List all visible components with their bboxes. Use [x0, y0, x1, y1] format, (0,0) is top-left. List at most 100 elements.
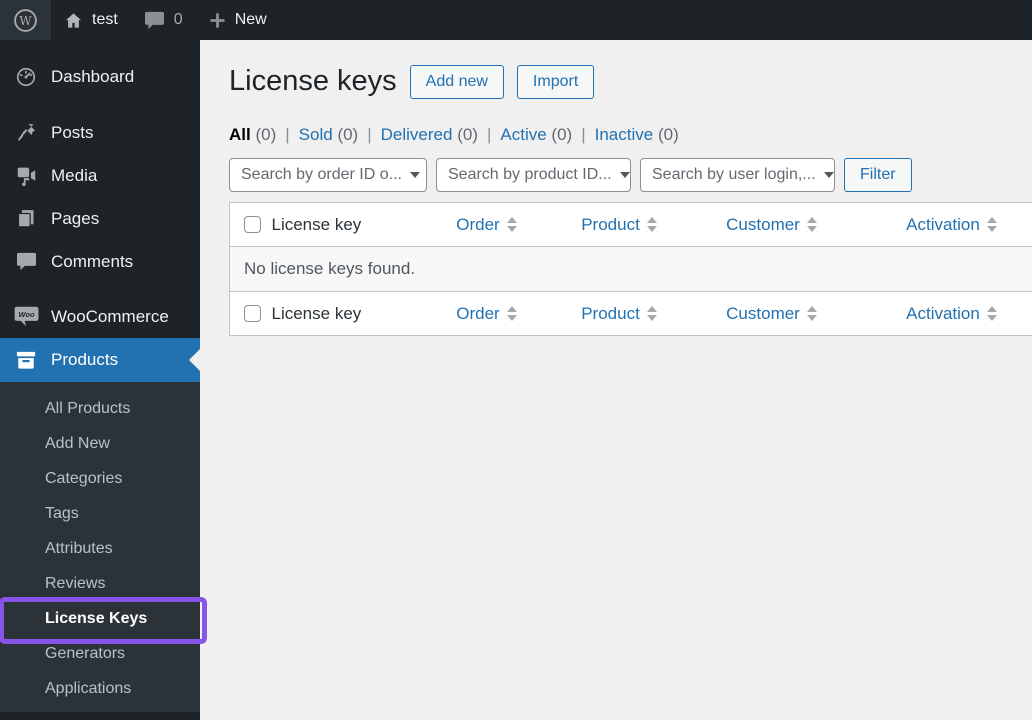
search-product-placeholder: Search by product ID... [448, 166, 612, 183]
submenu-item-tags[interactable]: Tags [0, 496, 200, 531]
filter-inactive-count: (0) [657, 125, 679, 144]
sidebar-item-woocommerce[interactable]: Woo WooCommerce [0, 295, 200, 338]
submenu-label: Add New [45, 434, 110, 452]
comment-count: 0 [173, 11, 183, 28]
sidebar-item-media[interactable]: Media [0, 154, 200, 197]
column-footer-product[interactable]: Product [551, 291, 687, 336]
column-footer-license-key: License key [271, 291, 422, 336]
chevron-down-icon [409, 172, 420, 178]
filter-sold-count: (0) [337, 125, 359, 144]
submenu-item-attributes[interactable]: Attributes [0, 531, 200, 566]
add-new-button[interactable]: Add new [409, 65, 504, 99]
comments-menu[interactable]: 0 [131, 0, 196, 40]
column-footer-order[interactable]: Order [421, 291, 552, 336]
submenu-label: Generators [45, 644, 126, 662]
submenu-item-reviews[interactable]: Reviews [0, 566, 200, 601]
submenu-item-add-new[interactable]: Add New [0, 426, 200, 461]
sidebar-item-comments[interactable]: Comments [0, 240, 200, 283]
menu-separator [0, 98, 200, 111]
site-name-label: test [92, 11, 118, 28]
sidebar-item-label: Dashboard [51, 66, 135, 86]
column-header-license-key: License key [271, 202, 422, 247]
submenu-label: Categories [45, 469, 123, 487]
comment-bubble-icon [144, 11, 165, 30]
submenu-item-license-keys[interactable]: License Keys [0, 601, 200, 636]
sidebar-item-posts[interactable]: Posts [0, 111, 200, 154]
submenu-label: All Products [45, 399, 131, 417]
filter-all[interactable]: All [229, 125, 251, 144]
wordpress-logo-icon: W [13, 8, 38, 33]
dashboard-icon [13, 66, 39, 88]
submenu-item-all-products[interactable]: All Products [0, 391, 200, 426]
pages-icon [13, 208, 39, 229]
column-header-order[interactable]: Order [421, 202, 552, 247]
filter-delivered-count: (0) [457, 125, 478, 144]
sidebar-item-pages[interactable]: Pages [0, 197, 200, 240]
status-filter-list: All (0) | Sold (0) | Delivered (0) | Act… [229, 125, 1032, 145]
search-order-placeholder: Search by order ID o... [241, 166, 402, 183]
chevron-down-icon [823, 172, 834, 178]
svg-text:Woo: Woo [18, 310, 35, 319]
filter-sold[interactable]: Sold [299, 125, 333, 144]
search-order-select[interactable]: Search by order ID o... [229, 158, 427, 192]
svg-text:W: W [19, 13, 32, 27]
page-title: License keys [229, 65, 397, 98]
filter-active[interactable]: Active [500, 125, 546, 144]
submenu-label: Reviews [45, 574, 106, 592]
search-filter-row: Search by order ID o... Search by produc… [229, 158, 1032, 192]
filter-delivered[interactable]: Delivered [381, 125, 453, 144]
site-name-menu[interactable]: test [51, 0, 131, 40]
products-box-icon [13, 350, 39, 370]
sort-icon [806, 306, 817, 321]
empty-message: No license keys found. [229, 246, 1032, 292]
submenu-item-applications[interactable]: Applications [0, 671, 200, 706]
filter-separator: | [367, 125, 372, 144]
filter-separator: | [285, 125, 290, 144]
sidebar-item-label: Products [51, 350, 119, 369]
chevron-down-icon [619, 172, 630, 178]
sidebar-item-label: Pages [51, 208, 100, 228]
column-footer-customer[interactable]: Customer [686, 291, 857, 336]
filter-inactive[interactable]: Inactive [595, 125, 654, 144]
wordpress-logo-menu[interactable]: W [0, 0, 51, 40]
sidebar-item-products[interactable]: Products [0, 338, 200, 382]
submenu-item-generators[interactable]: Generators [0, 636, 200, 671]
sidebar-item-dashboard[interactable]: Dashboard [0, 55, 200, 98]
sidebar-item-label: WooCommerce [51, 306, 169, 326]
products-submenu: All Products Add New Categories Tags Att… [0, 382, 200, 712]
media-icon [13, 165, 39, 186]
sidebar-item-label: Posts [51, 122, 94, 142]
select-all-checkbox-footer[interactable] [244, 305, 261, 322]
column-footer-activation[interactable]: Activation [856, 291, 1032, 336]
submenu-item-categories[interactable]: Categories [0, 461, 200, 496]
pin-icon [13, 122, 39, 143]
home-icon [64, 11, 83, 30]
select-all-checkbox[interactable] [244, 216, 261, 233]
page-title-row: License keys Add new Import [229, 65, 1032, 99]
comments-icon [13, 252, 39, 271]
search-product-select[interactable]: Search by product ID... [436, 158, 631, 192]
filter-separator: | [486, 125, 492, 144]
sidebar-item-label: Comments [51, 251, 134, 271]
sort-icon [806, 217, 817, 232]
search-user-select[interactable]: Search by user login,... [640, 158, 835, 192]
sort-icon [646, 217, 657, 232]
import-button[interactable]: Import [516, 65, 595, 99]
sidebar-item-label: Media [51, 165, 98, 185]
sort-icon [646, 306, 657, 321]
filter-button[interactable]: Filter [844, 158, 912, 192]
column-header-activation[interactable]: Activation [856, 202, 1032, 247]
submenu-label: Attributes [45, 539, 113, 557]
main-content: License keys Add new Import All (0) | So… [200, 40, 1032, 720]
new-content-menu[interactable]: New [196, 0, 280, 40]
plus-icon [209, 12, 226, 29]
table-footer-row: License key Order Product Customer Activ… [229, 291, 1032, 336]
table-header-row: License key Order Product Customer Activ… [229, 202, 1032, 247]
column-header-product[interactable]: Product [551, 202, 687, 247]
sort-icon [986, 306, 997, 321]
column-header-customer[interactable]: Customer [686, 202, 857, 247]
search-user-placeholder: Search by user login,... [652, 166, 816, 183]
menu-separator [0, 283, 200, 295]
sort-icon [986, 217, 997, 232]
license-keys-table: License key Order Product Customer Activ… [229, 202, 1032, 336]
